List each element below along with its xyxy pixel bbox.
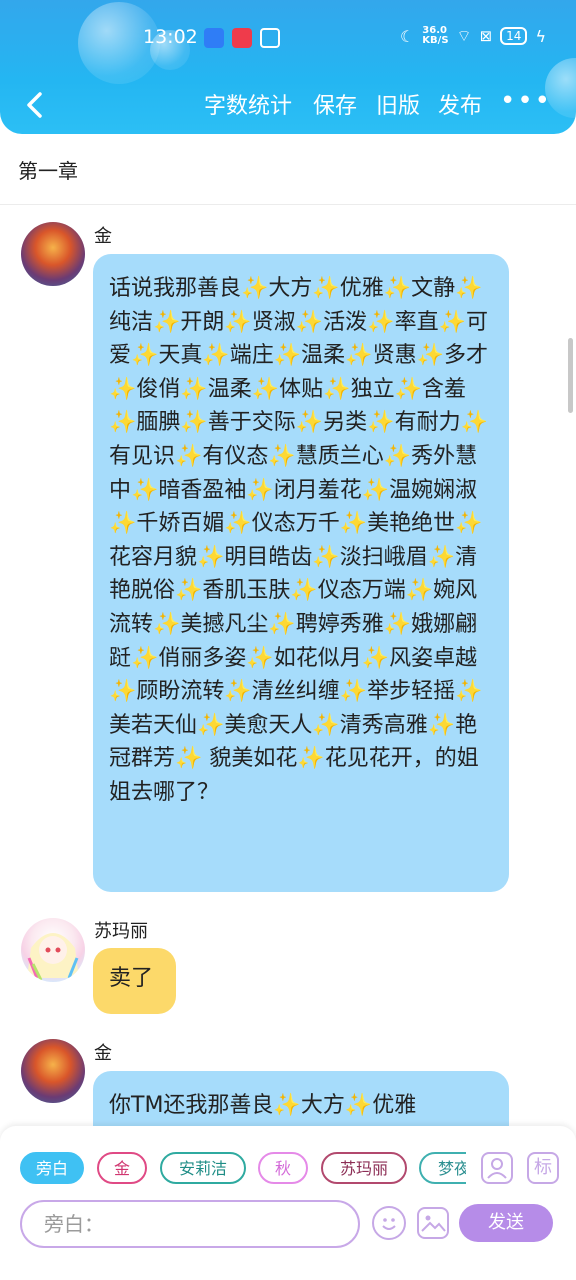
speaker-name: 金 [94,226,112,247]
send-button[interactable]: 发送 [459,1204,553,1242]
chip-mengye[interactable]: 梦夜 [419,1152,466,1184]
save-button[interactable]: 保存 [313,88,357,120]
scrollbar[interactable] [568,338,573,413]
chip-narrator[interactable]: 旁白 [20,1152,84,1184]
bag-icon [260,28,280,48]
message-bubble[interactable]: 话说我那善良✨大方✨优雅✨文静✨纯洁✨开朗✨贤淑✨活泼✨率直✨可爱✨天真✨端庄✨… [93,254,509,892]
character-icon[interactable] [481,1152,513,1184]
emoji-icon[interactable] [372,1206,406,1240]
toolbar: 字数统计 保存 旧版 发布 ••• [0,86,576,126]
chip-qiu[interactable]: 秋 [258,1152,308,1184]
chip-sumali[interactable]: 苏玛丽 [321,1152,407,1184]
charging-icon: ϟ [535,26,546,46]
video-icon [232,28,252,48]
chapter-title[interactable]: 第一章 [18,155,78,184]
avatar[interactable] [21,1039,85,1103]
network-speed: 36.0 KB/S [422,25,449,46]
clock: 13:02 [143,26,198,48]
message-input[interactable]: 旁白： [20,1200,360,1248]
avatar[interactable] [21,918,85,982]
avatar-art [27,933,79,981]
image-icon[interactable] [417,1207,449,1239]
speaker-name: 苏玛丽 [94,921,148,942]
battery: 14 [500,27,528,45]
speaker-name: 金 [94,1043,112,1064]
message-bubble[interactable]: 卖了 [93,948,176,1014]
top-header: 13:02 ☾ 36.0 KB/S ⌔ ⊠ 14 ϟ 字数统计 保存 旧版 发布… [0,0,576,134]
input-panel: 旁白 金 安莉洁 秋 苏玛丽 梦夜 标 旁白： 发送 [0,1126,576,1280]
status-bar: 13:02 ☾ 36.0 KB/S ⌔ ⊠ 14 ϟ [0,22,576,56]
old-version-button[interactable]: 旧版 [376,88,420,120]
status-right: ☾ 36.0 KB/S ⌔ ⊠ 14 ϟ [400,26,546,46]
android-icon [204,28,224,48]
divider [0,204,576,205]
chip-jin[interactable]: 金 [97,1152,147,1184]
avatar[interactable] [21,222,85,286]
sim-icon: ⊠ [479,27,493,45]
chip-anlijie[interactable]: 安莉洁 [160,1152,246,1184]
character-chips: 旁白 金 安莉洁 秋 苏玛丽 梦夜 [0,1126,466,1206]
chevron-left-icon[interactable] [20,88,54,122]
mark-icon[interactable]: 标 [527,1152,559,1184]
wifi-icon: ⌔ [456,26,472,45]
more-dots-icon[interactable]: ••• [500,86,552,116]
moon-icon: ☾ [399,26,415,46]
word-count-button[interactable]: 字数统计 [204,88,292,120]
publish-button[interactable]: 发布 [438,88,482,120]
